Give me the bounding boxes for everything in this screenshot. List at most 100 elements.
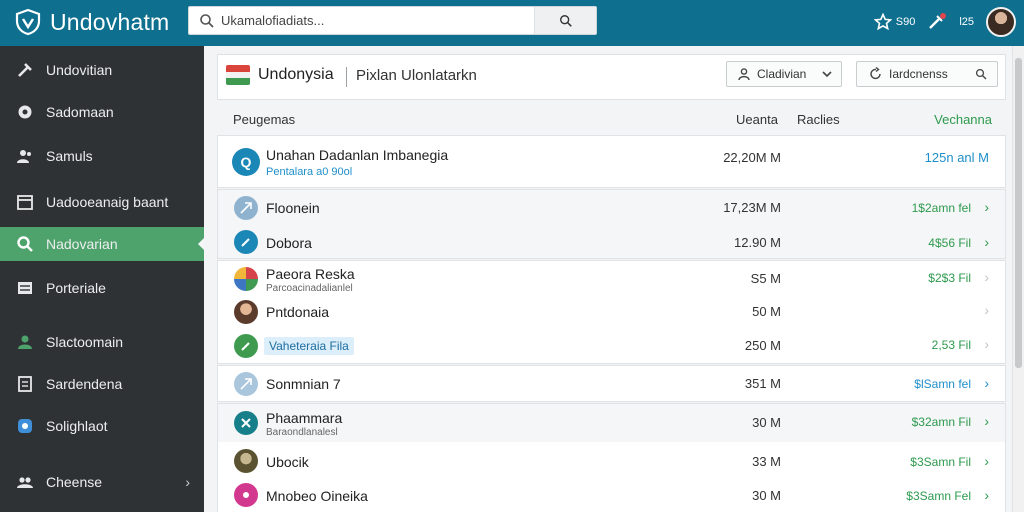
row-status: $3Samn Fil [910,455,971,469]
table-row[interactable]: Pntdonaia 50 M › [218,297,1005,329]
column-header-name[interactable]: Peugemas [233,112,295,127]
file-tag[interactable]: Vaheteraia Fila [264,337,354,355]
column-header-status[interactable]: Vechanna [934,112,992,127]
row-subtitle: Parcoacinadalianlel [266,283,353,294]
sidebar-item-nadovarian[interactable]: Nadovarian [0,227,204,261]
flower-icon [234,483,258,507]
chevron-right-icon[interactable]: › [984,336,989,352]
row-value: 33 M [752,454,781,469]
table-row[interactable]: Vaheteraia Fila 250 M 2,53 Fil › [218,329,1005,365]
chevron-right-icon[interactable]: › [984,487,989,503]
sidebar-item-solighlaot[interactable]: Solighlaot [0,409,204,443]
chevron-right-icon[interactable]: › [984,375,989,391]
sidebar-item-uadooeanaig[interactable]: Uadooeanaig baant [0,185,204,219]
sidebar-item-label: Cheense [46,474,103,490]
notification-icon [929,13,947,29]
edit-icon [234,334,258,358]
star-icon [873,13,892,31]
table-group: Paeora Reska Parcoacinadalianlel S5 M $2… [217,260,1006,364]
avatar[interactable] [986,7,1016,37]
row-status: $32amn Fil [911,415,971,429]
sidebar-item-cheense[interactable]: Cheense › [0,465,204,499]
column-header-value[interactable]: Ueanta [736,112,778,127]
sidebar-item-undovitian[interactable]: Undovitian [0,53,204,87]
table-row[interactable]: Ubocik 33 M $3Samn Fil › [218,444,1005,478]
row-value: 22,20M M [723,150,781,165]
sidebar-item-samuls[interactable]: Samuls [0,139,204,173]
settings-icon [16,103,34,121]
calendar-icon [16,193,34,211]
sidebar-item-porteriale[interactable]: Porteriale [0,271,204,305]
sidebar-item-label: Solighlaot [46,418,108,434]
chevron-down-icon [822,71,832,78]
avatar [234,300,258,324]
chevron-right-icon[interactable]: › [984,234,989,250]
row-value: 12.90 M [734,235,781,250]
search-icon: Q [232,148,260,176]
row-name: Floonein [266,200,320,216]
search-button[interactable] [534,7,596,34]
chevron-right-icon[interactable]: › [984,302,989,318]
table-row[interactable]: Dobora 12.90 M 4$56 Fil › [218,225,1005,260]
search-icon [200,13,214,28]
cross-icon [234,411,258,435]
search-bar [188,6,597,35]
refresh-icon [870,67,881,80]
search-input[interactable] [221,13,541,28]
sidebar-item-label: Undovitian [46,62,113,78]
flag-icon [226,65,250,85]
notifications-button[interactable] [927,13,947,31]
row-value: 351 M [744,376,781,391]
chat-icon [16,417,34,435]
table-row[interactable]: Mnobeo Oineika 30 M $3Samn Fel › [218,478,1005,512]
language-button[interactable]: l25 [959,16,974,28]
dropdown-label: Cladivian [757,67,807,81]
panel-subtitle: Pixlan Ulonlatarkn [356,67,477,84]
user-dropdown[interactable]: Cladivian [726,61,842,87]
row-name: Paeora Reska [266,266,355,282]
chevron-right-icon[interactable]: › [984,413,989,429]
sidebar-item-sadomaan[interactable]: Sadomaan [0,95,204,129]
row-status: 4$56 Fil [928,236,971,250]
table-row[interactable]: Sonmnian 7 351 M $lSamn fel › [218,366,1005,403]
country-header-panel: Undonysia Pixlan Ulonlatarkn Cladivian I… [217,54,1006,100]
sidebar-item-label: Slactoomain [46,334,124,350]
user-icon [16,333,34,351]
row-name: Ubocik [266,454,309,470]
search-icon [16,235,34,253]
table-row[interactable]: Paeora Reska Parcoacinadalianlel S5 M $2… [218,261,1005,297]
chevron-right-icon[interactable]: › [984,453,989,469]
filter-search-dropdown[interactable]: Iardcnenss [856,61,998,87]
scrollbar[interactable] [1012,46,1024,512]
row-status: 125n anl M [924,150,989,165]
sidebar-item-sardendena[interactable]: Sardendena [0,367,204,401]
row-name: Dobora [266,235,312,251]
brand[interactable]: Undovhatm [14,6,169,38]
plane-icon [234,372,258,396]
table-row[interactable]: Floonein 17,23M M 1$2amn fel › [218,190,1005,225]
row-status: $lSamn fel [914,377,971,391]
sidebar-item-label: Nadovarian [46,236,118,252]
table-group: Floonein 17,23M M 1$2amn fel › Dobora 12… [217,189,1006,259]
row-value: 17,23M M [723,200,781,215]
favorites-button[interactable]: S90 [873,13,916,31]
favorites-count: S90 [895,16,916,28]
sidebar-item-label: Sardendena [46,376,123,392]
chevron-right-icon: › [185,474,190,490]
table-row[interactable]: Q Unahan Dadanlan Imbanegia Pentalara a0… [218,136,1005,189]
top-right-actions: S90 l25 [873,5,1016,39]
row-name: Unahan Dadanlan Imbanegia [266,147,449,163]
users-icon [16,147,34,165]
row-status: $2$3 Fil [928,271,971,285]
column-header-raches[interactable]: Raclies [797,112,840,127]
search-icon [559,14,572,27]
chevron-right-icon[interactable]: › [984,199,989,215]
row-status: $3Samn Fel [906,489,971,503]
sidebar-item-label: Samuls [46,148,93,164]
user-icon [738,68,750,81]
row-subtitle-link[interactable]: Pentalara a0 90ol [266,166,352,178]
scrollbar-thumb[interactable] [1015,58,1022,368]
table-row[interactable]: Phaammara Baraondlanalesl 30 M $32amn Fi… [218,404,1005,442]
chevron-right-icon[interactable]: › [984,269,989,285]
sidebar-item-slactoomain[interactable]: Slactoomain [0,325,204,359]
